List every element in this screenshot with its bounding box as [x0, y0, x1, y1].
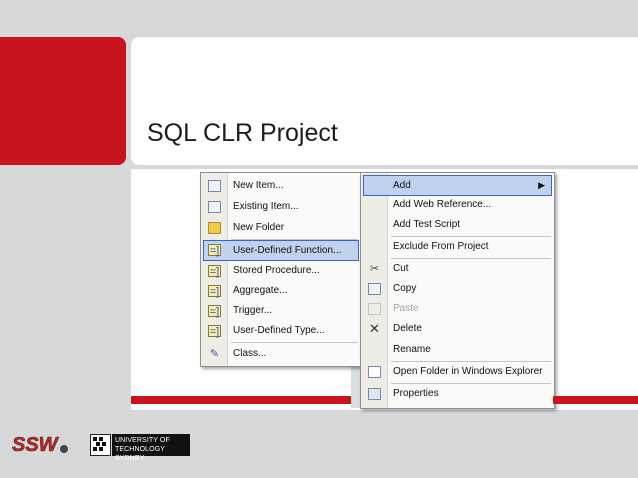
menu-item-new-item[interactable]: New Item... [202, 176, 360, 196]
project-context-menu: Add ▶ Add Web Reference... Add Test Scri… [360, 172, 555, 409]
menu-item-exclude-from-project[interactable]: Exclude From Project [362, 237, 553, 257]
code-file-icon: =] [208, 285, 221, 298]
uts-logo-emblem [90, 434, 111, 456]
existing-item-icon [208, 201, 221, 213]
menu-item-trigger[interactable]: =] Trigger... [202, 301, 360, 321]
code-file-icon: =] [208, 305, 221, 318]
svg-text:SSW: SSW [12, 434, 60, 456]
properties-icon [368, 388, 381, 400]
menu-item-label: Stored Procedure... [233, 265, 320, 276]
code-file-icon: =] [208, 325, 221, 338]
menu-item-label: User-Defined Type... [233, 325, 325, 336]
menu-item-label: Class... [233, 348, 267, 359]
menu-item-add-web-reference[interactable]: Add Web Reference... [362, 195, 553, 215]
menu-item-label: Add Web Reference... [393, 199, 492, 210]
submenu-arrow-icon: ▶ [538, 180, 545, 190]
ssw-logo: SSW [12, 432, 70, 456]
menu-item-paste[interactable]: Paste [362, 299, 553, 319]
ssw-logo-graphic: SSW [12, 434, 68, 456]
uts-logo-line2: TECHNOLOGY SYDNEY [115, 446, 165, 462]
code-file-icon: =] [208, 265, 221, 278]
uts-logo: UNIVERSITY OF TECHNOLOGY SYDNEY [90, 434, 190, 462]
menu-item-rename[interactable]: Rename [362, 340, 553, 360]
menu-item-properties[interactable]: Properties [362, 384, 553, 404]
menu-item-label: Cut [393, 263, 409, 274]
open-folder-icon [368, 366, 381, 378]
menu-item-add[interactable]: Add ▶ [363, 175, 552, 196]
menu-item-delete[interactable]: ✕ Delete [362, 319, 553, 339]
menu-item-copy[interactable]: Copy [362, 279, 553, 299]
menu-item-user-defined-function[interactable]: =] User-Defined Function... [203, 240, 359, 261]
copy-icon [368, 283, 381, 295]
menu-item-label: New Item... [233, 180, 284, 191]
uts-logo-text: UNIVERSITY OF TECHNOLOGY SYDNEY [112, 434, 190, 462]
menu-item-label: Properties [393, 388, 439, 399]
menu-item-existing-item[interactable]: Existing Item... [202, 197, 360, 217]
uts-logo-line1: UNIVERSITY OF [115, 437, 170, 444]
folder-icon [208, 222, 221, 234]
menu-item-stored-procedure[interactable]: =] Stored Procedure... [202, 261, 360, 281]
menu-item-label: Copy [393, 283, 417, 294]
paste-icon [368, 303, 381, 315]
menu-item-cut[interactable]: ✂ Cut [362, 259, 553, 279]
slide-title: SQL CLR Project [147, 119, 338, 147]
scissors-icon: ✂ [369, 263, 380, 275]
add-submenu: New Item... Existing Item... New Folder … [200, 172, 362, 367]
menu-item-label: Paste [393, 303, 419, 314]
menu-item-new-folder[interactable]: New Folder [202, 218, 360, 238]
menu-item-label: Open Folder in Windows Explorer [393, 366, 543, 377]
menu-item-label: New Folder [233, 222, 285, 233]
code-file-icon: =] [208, 244, 221, 257]
menu-item-label: Aggregate... [233, 285, 288, 296]
delete-icon: ✕ [369, 321, 380, 336]
red-accent-tab [0, 37, 126, 165]
menu-item-open-folder[interactable]: Open Folder in Windows Explorer [362, 362, 553, 382]
menu-item-label: Rename [393, 344, 431, 355]
menu-item-label: Delete [393, 323, 422, 334]
new-item-icon [208, 180, 221, 192]
class-icon: ✎ [209, 348, 220, 360]
menu-separator [231, 342, 358, 343]
menu-item-label: Add Test Script [393, 219, 461, 230]
menu-item-label: User-Defined Function... [233, 245, 342, 256]
menu-item-label: Existing Item... [233, 201, 299, 212]
menu-item-label: Exclude From Project [393, 241, 489, 252]
menu-item-aggregate[interactable]: =] Aggregate... [202, 281, 360, 301]
menu-item-class[interactable]: ✎ Class... [202, 344, 360, 364]
red-divider-right [553, 396, 638, 404]
menu-item-user-defined-type[interactable]: =] User-Defined Type... [202, 321, 360, 341]
menu-item-add-test-script[interactable]: Add Test Script [362, 215, 553, 235]
menu-item-label: Add [393, 180, 411, 191]
menu-item-label: Trigger... [233, 305, 273, 316]
